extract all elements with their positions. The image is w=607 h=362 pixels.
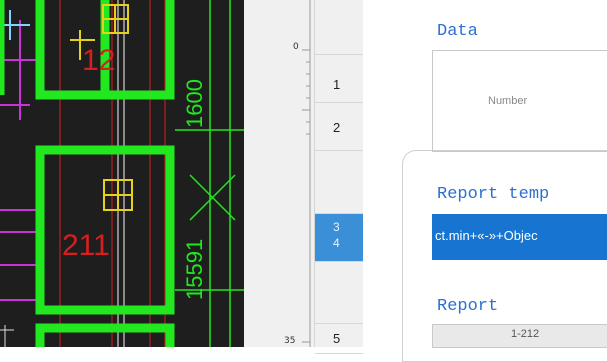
report-template-field[interactable]: ct.min+«-»+Objec	[432, 214, 607, 260]
cad-drawing-viewport[interactable]: 12 211 1600 15591	[0, 0, 244, 347]
row-header-1[interactable]: 1	[315, 55, 363, 103]
number-label: Number	[488, 95, 528, 107]
row-header-5[interactable]: 5	[315, 324, 363, 354]
report-heading: Report	[437, 297, 499, 316]
cad-drawing: 12 211 1600 15591	[0, 0, 244, 347]
cad-dimension-15591: 15591	[182, 239, 207, 300]
report-value-field[interactable]: 1-212	[432, 324, 607, 348]
cad-label-12: 12	[82, 44, 115, 77]
row-header-blank	[315, 0, 363, 55]
report-template-heading: Report temp	[437, 185, 550, 204]
vertical-ruler	[302, 0, 311, 347]
cad-dimension-1600: 1600	[182, 79, 207, 128]
row-header-3-4-selected[interactable]: 3 4	[315, 214, 363, 262]
ruler-label-top: 0	[293, 42, 299, 52]
row-header-blank-2	[315, 151, 363, 214]
ruler-label-bottom: 35	[284, 336, 296, 346]
data-heading: Data	[437, 22, 478, 41]
cad-label-211: 211	[62, 229, 110, 262]
row-header-2[interactable]: 2	[315, 103, 363, 151]
row-header-column: 1 2 3 4 5	[314, 0, 364, 354]
row-header-blank-3	[315, 262, 363, 324]
